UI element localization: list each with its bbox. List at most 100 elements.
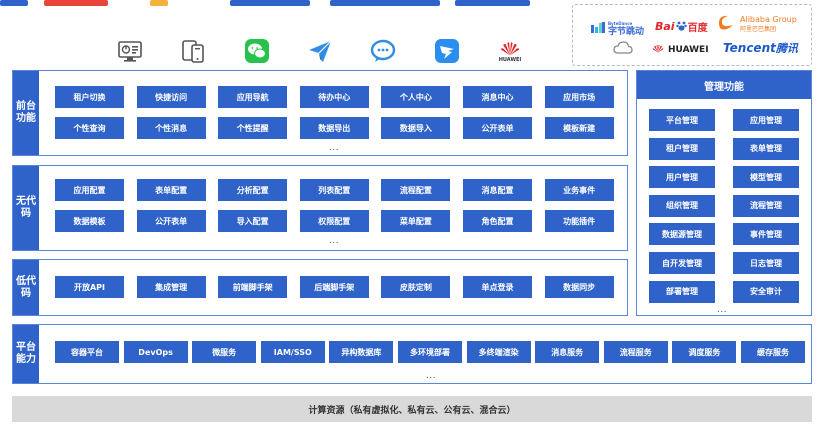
- management-button: 日志管理: [733, 252, 799, 274]
- management-button: 租户管理: [649, 137, 715, 160]
- function-button: 应用导航: [218, 86, 288, 108]
- alibaba-name: Alibaba Group: [740, 15, 797, 24]
- lowcode-section: 低代码 开放API 集成管理 前端脚手架 后端脚手架 皮肤定制 单点登录 数据同步: [12, 259, 628, 316]
- client-icons-row: HUAWEI: [115, 34, 525, 68]
- function-button: 单点登录: [463, 276, 532, 298]
- function-button: 缓存服务: [741, 341, 805, 363]
- function-button: 分析配置: [218, 179, 288, 201]
- function-button: 快捷访问: [136, 86, 206, 108]
- function-button: 多终端渲染: [466, 341, 531, 363]
- function-button: 业务事件: [544, 179, 614, 201]
- frontend-more: ...: [329, 143, 340, 153]
- management-button: 模型管理: [733, 166, 799, 189]
- management-button: 安全审计: [733, 280, 799, 303]
- function-button: 公开表单: [463, 117, 532, 139]
- top-color-strip: [0, 0, 560, 8]
- alibaba-logo: Alibaba Group 阿里巴巴集团: [717, 14, 797, 36]
- function-button: 个性查询: [55, 117, 124, 139]
- function-button: 应用配置: [55, 179, 124, 201]
- function-button: 租户切换: [55, 86, 124, 108]
- tencent-name: Tencent: [723, 41, 776, 55]
- wechat-icon: [242, 36, 272, 66]
- platform-section: 平台能力 ... 容器平台 DevOps 微服务 IAM/SSO 异构数据库 多环境部署多…: [12, 324, 812, 384]
- bytedance-logo: ByteDance 字节跳动: [591, 18, 644, 37]
- platform-label: 平台能力: [13, 325, 39, 383]
- paper-plane-icon: [305, 36, 335, 66]
- function-button: 开放API: [55, 276, 124, 298]
- function-button: 个人中心: [381, 86, 451, 108]
- management-more: ...: [717, 305, 728, 315]
- tencent-logo: Tencent 腾讯: [723, 40, 798, 56]
- huawei-partner-name: HUAWEI: [668, 45, 709, 55]
- huawei-logo-icon: HUAWEI: [495, 36, 525, 66]
- cloud-icon: [613, 41, 633, 55]
- management-button: 流程管理: [733, 194, 799, 217]
- management-button: 应用管理: [733, 109, 799, 131]
- function-button: 表单配置: [136, 179, 206, 201]
- function-button: 流程服务: [603, 341, 668, 363]
- baidu-logo: Bai 百度: [655, 19, 708, 34]
- function-button: 数据导出: [299, 117, 369, 139]
- bytedance-name: 字节跳动: [608, 26, 645, 37]
- function-button: 消息配置: [463, 179, 532, 201]
- function-button: IAM/SSO: [260, 341, 325, 363]
- huawei-partner-logo: HUAWEI: [651, 43, 709, 57]
- strip-segment: [150, 0, 168, 6]
- function-button: 流程配置: [381, 179, 451, 201]
- function-button: 数据同步: [544, 276, 614, 298]
- management-title: 管理功能: [637, 71, 811, 99]
- tencent-cn: 腾讯: [775, 42, 798, 55]
- management-button: 平台管理: [649, 109, 715, 131]
- function-button: 列表配置: [299, 179, 369, 201]
- function-button: 个性消息: [136, 117, 206, 139]
- strip-segment: [330, 0, 440, 6]
- function-button: 权限配置: [299, 210, 369, 232]
- function-button: 数据导入: [381, 117, 451, 139]
- frontend-section: 前台功能 ... 租户切换 快捷访问 应用导航 待办中心 个人中心 消息中心 应用市场个性查…: [12, 70, 628, 156]
- management-button: 数据源管理: [649, 223, 715, 246]
- nocode-more: ...: [329, 236, 340, 246]
- function-button: 数据模板: [55, 210, 124, 232]
- strip-segment: [455, 0, 530, 6]
- nocode-label: 无代码: [13, 166, 39, 250]
- huawei-caption: HUAWEI: [498, 56, 522, 63]
- function-button: DevOps: [123, 341, 188, 363]
- chat-bubble-icon: [368, 36, 398, 66]
- huawei-petal-icon: [651, 43, 665, 57]
- dashboard-terminal-icon: [115, 36, 145, 66]
- baidu-paw-icon: [675, 20, 687, 34]
- strip-segment: [44, 0, 108, 6]
- management-button: 事件管理: [733, 223, 799, 246]
- dingtalk-icon: [432, 36, 462, 66]
- strip-segment: [0, 0, 28, 6]
- function-button: 消息中心: [463, 86, 532, 108]
- frontend-label: 前台功能: [13, 71, 39, 155]
- function-button: 后端脚手架: [299, 276, 369, 298]
- function-button: 消息服务: [535, 341, 600, 363]
- function-button: 皮肤定制: [381, 276, 451, 298]
- function-button: 角色配置: [463, 210, 532, 232]
- function-button: 微服务: [192, 341, 257, 363]
- compute-resources-bar: 计算资源（私有虚拟化、私有云、公有云、混合云）: [12, 396, 812, 422]
- platform-more: ...: [426, 371, 437, 381]
- mobile-tablet-icon: [178, 36, 208, 66]
- alibaba-smile-icon: [717, 14, 737, 36]
- function-button: 待办中心: [299, 86, 369, 108]
- function-button: 容器平台: [55, 341, 119, 363]
- alibaba-cn: 阿里巴巴集团: [740, 26, 777, 33]
- management-button: 自开发管理: [649, 252, 715, 274]
- nocode-section: 无代码 ... 应用配置 表单配置 分析配置 列表配置 流程配置 消息配置 业务事件数据模板…: [12, 165, 628, 251]
- function-button: 功能插件: [544, 210, 614, 232]
- management-button: 表单管理: [733, 137, 799, 160]
- partner-logos-box: ByteDance 字节跳动 Bai 百度 Alibaba Group 阿里巴巴…: [572, 4, 812, 66]
- strip-segment: [230, 0, 310, 6]
- lowcode-label: 低代码: [13, 260, 39, 315]
- function-button: 菜单配置: [381, 210, 451, 232]
- function-button: 模板新建: [544, 117, 614, 139]
- bytedance-bars-icon: [591, 18, 605, 37]
- baidu-name: Bai: [655, 20, 675, 33]
- function-button: 集成管理: [136, 276, 206, 298]
- management-button: 用户管理: [649, 166, 715, 189]
- function-button: 个性提醒: [218, 117, 288, 139]
- function-button: 应用市场: [544, 86, 614, 108]
